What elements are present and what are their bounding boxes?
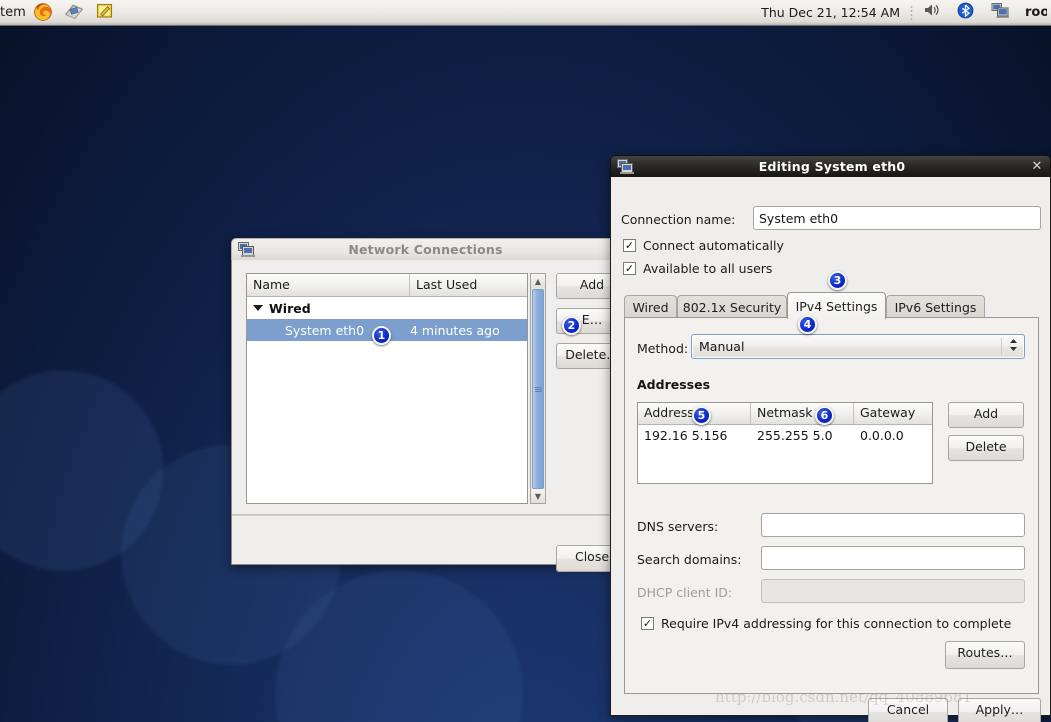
scroll-up-arrow-icon[interactable]: ▲: [531, 274, 545, 288]
panel-left-group: tem: [0, 2, 119, 24]
tab-ipv6-settings[interactable]: IPv6 Settings: [886, 295, 985, 318]
edit-dialog-icon: [617, 159, 634, 174]
connection-name-input[interactable]: System eth0: [753, 206, 1041, 230]
connection-last-used: 4 minutes ago: [410, 322, 500, 338]
chevron-updown-icon[interactable]: [1001, 338, 1024, 355]
badge-1: 1: [372, 326, 391, 345]
available-to-all-users-label: Available to all users: [643, 261, 773, 276]
badge-5: 5: [692, 406, 711, 425]
tab-wired[interactable]: Wired: [624, 295, 677, 318]
method-label: Method:: [637, 341, 689, 356]
tab-ipv4-settings[interactable]: IPv4 Settings: [787, 292, 886, 319]
cell-netmask[interactable]: 255.255 5.0: [751, 428, 854, 443]
connections-list-header: Name Last Used: [247, 274, 527, 297]
list-group-wired[interactable]: Wired: [247, 297, 527, 319]
settings-tabstrip: Wired 802.1x Security IPv4 Settings IPv6…: [624, 292, 1039, 319]
top-panel: tem Thu Dec 21, 12:54 AM roo: [0, 0, 1051, 26]
username-label[interactable]: roo: [1025, 5, 1047, 20]
scroll-down-arrow-icon[interactable]: ▼: [531, 489, 545, 503]
editing-connection-dialog: Editing System eth0 ✕ Connection name: S…: [610, 155, 1051, 722]
cell-gateway[interactable]: 0.0.0.0: [854, 428, 932, 443]
badge-3: 3: [828, 271, 847, 290]
addresses-section-label: Addresses: [637, 377, 711, 392]
scrollbar-thumb[interactable]: [532, 289, 544, 489]
addr-column-gateway[interactable]: Gateway: [854, 403, 932, 424]
addresses-table[interactable]: Address Netmask Gateway 192.16 5.156 255…: [637, 402, 933, 484]
panel-separator: [910, 4, 913, 21]
close-icon[interactable]: ✕: [1030, 160, 1044, 174]
network-window-body: Name Last Used Wired System eth0 4 minut…: [231, 260, 628, 572]
available-to-all-users-checkbox[interactable]: ✓: [623, 262, 636, 275]
network-window-title: Network Connections: [348, 242, 503, 257]
network-window-titlebar[interactable]: Network Connections: [231, 238, 620, 260]
column-header-name[interactable]: Name: [247, 274, 410, 296]
network-window-divider: [232, 514, 619, 516]
connect-automatically-checkbox[interactable]: ✓: [623, 239, 636, 252]
bluetooth-icon[interactable]: [957, 2, 981, 24]
dns-servers-input[interactable]: [761, 513, 1025, 537]
require-ipv4-checkbox[interactable]: ✓: [641, 617, 654, 630]
clock[interactable]: Thu Dec 21, 12:54 AM: [761, 5, 900, 20]
require-ipv4-row[interactable]: ✓ Require IPv4 addressing for this conne…: [641, 616, 1011, 631]
edit-dialog-body: Connection name: System eth0 ✓ Connect a…: [610, 177, 1051, 722]
dhcp-client-id-input: [761, 579, 1025, 603]
badge-2: 2: [562, 316, 581, 335]
connections-list-scrollbar[interactable]: ▲ ▼: [530, 273, 546, 504]
display-network-icon[interactable]: [991, 2, 1015, 24]
network-connections-window: Network Connections Name Last Used Wired…: [231, 238, 628, 572]
badge-6: 6: [815, 406, 834, 425]
edit-dialog-titlebar[interactable]: Editing System eth0 ✕: [610, 155, 1051, 177]
table-row[interactable]: 192.16 5.156 255.255 5.0 0.0.0.0: [638, 425, 932, 446]
ipv4-settings-tab-page: [624, 317, 1039, 694]
system-menu[interactable]: tem: [0, 5, 26, 20]
addresses-table-header: Address Netmask Gateway: [638, 403, 932, 425]
notes-editor-icon[interactable]: [95, 2, 119, 24]
firefox-icon[interactable]: [33, 2, 57, 24]
tab-802-1x-security[interactable]: 802.1x Security: [677, 295, 787, 318]
dhcp-client-id-label: DHCP client ID:: [637, 585, 733, 600]
connections-list[interactable]: Name Last Used Wired System eth0 4 minut…: [246, 273, 528, 504]
badge-4: 4: [798, 315, 817, 334]
method-selected-value: Manual: [699, 339, 745, 354]
scrollbar-grip-icon: [534, 386, 542, 392]
available-to-all-users-row[interactable]: ✓ Available to all users: [623, 261, 772, 276]
network-window-icon: [238, 242, 255, 257]
screen: tem Thu Dec 21, 12:54 AM roo Network Con…: [0, 0, 1051, 722]
list-group-label: Wired: [269, 300, 311, 316]
panel-right-group: Thu Dec 21, 12:54 AM roo: [761, 2, 1051, 24]
column-header-last-used[interactable]: Last Used: [410, 274, 527, 296]
connect-automatically-row[interactable]: ✓ Connect automatically: [623, 238, 784, 253]
address-delete-button[interactable]: Delete: [948, 435, 1024, 461]
require-ipv4-label: Require IPv4 addressing for this connect…: [661, 616, 1012, 631]
connection-name-label: Connection name:: [621, 212, 736, 227]
edit-dialog-title: Editing System eth0: [758, 159, 906, 174]
expander-triangle-icon[interactable]: [253, 305, 263, 311]
addr-column-netmask[interactable]: Netmask: [751, 403, 854, 424]
volume-icon[interactable]: [923, 2, 947, 24]
connect-automatically-label: Connect automatically: [643, 238, 784, 253]
address-add-button[interactable]: Add: [948, 402, 1024, 428]
dns-servers-label: DNS servers:: [637, 519, 719, 534]
method-combobox[interactable]: Manual: [691, 334, 1025, 359]
mail-archive-icon[interactable]: [64, 2, 88, 24]
search-domains-input[interactable]: [761, 546, 1025, 570]
cell-address[interactable]: 192.16 5.156: [638, 428, 751, 443]
routes-button[interactable]: Routes…: [945, 641, 1025, 669]
search-domains-label: Search domains:: [637, 552, 742, 567]
